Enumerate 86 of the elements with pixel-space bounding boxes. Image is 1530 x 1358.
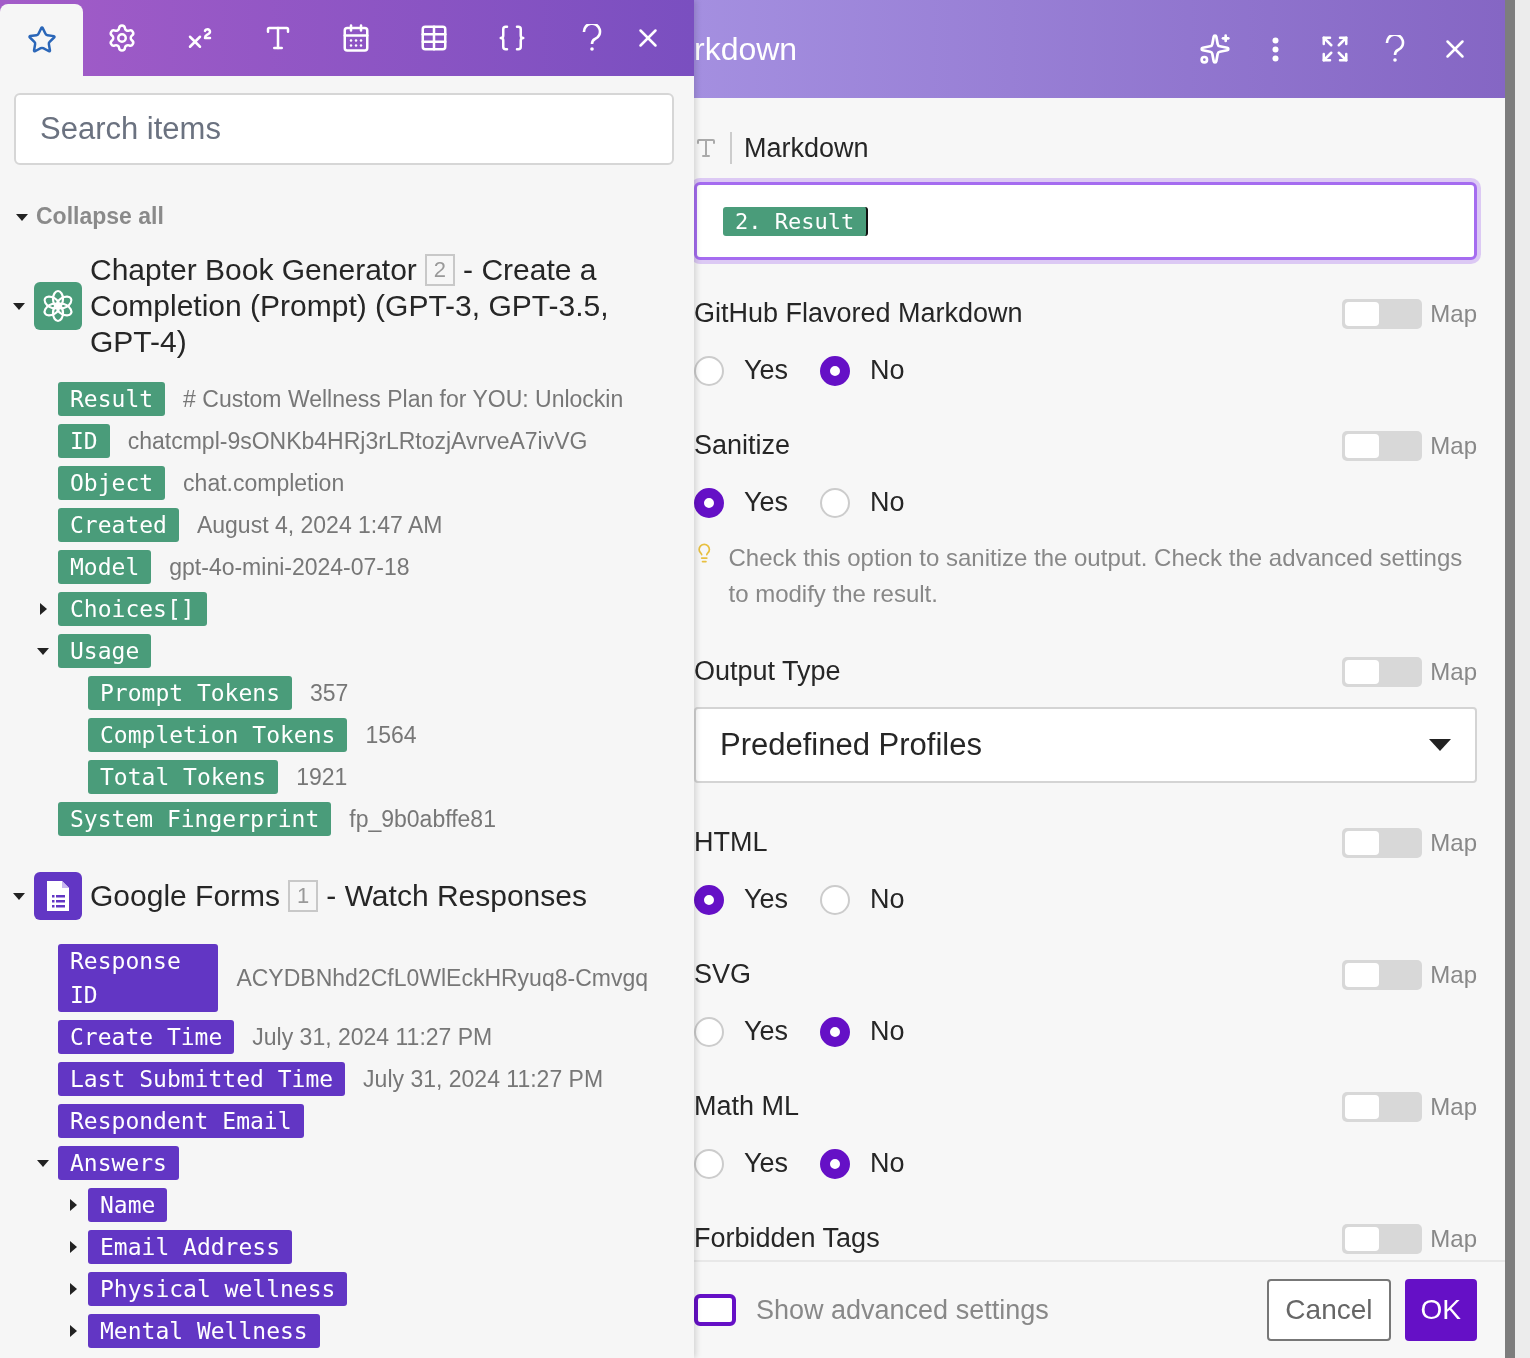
map-label: Map (1430, 299, 1477, 328)
map-toggle[interactable] (1342, 827, 1423, 858)
field-value: # Custom Wellness Plan for YOU: Unlockin (183, 385, 624, 413)
field-tag[interactable]: Physical wellness (88, 1272, 348, 1306)
caret-down-icon (37, 645, 49, 657)
caret-right-icon (67, 1283, 79, 1295)
caret-right-icon (37, 603, 49, 615)
map-toggle[interactable] (1342, 959, 1423, 990)
field-tag[interactable]: Respondent Email (58, 1104, 304, 1138)
field-value: chat.completion (183, 469, 345, 497)
field-tag[interactable]: Last Submitted Time (58, 1062, 346, 1096)
output-type-select[interactable]: Predefined Profiles (694, 707, 1477, 783)
caret-right-icon (67, 1241, 79, 1253)
setting-label: Math ML (694, 1091, 800, 1122)
field-tag[interactable]: Mental Wellness (88, 1314, 320, 1348)
field-value: 1921 (296, 763, 348, 791)
document-icon (45, 879, 71, 913)
field-tag[interactable]: Answers (58, 1146, 179, 1180)
expand-icon (1320, 34, 1350, 64)
map-toggle[interactable] (1342, 430, 1423, 461)
caret-down-icon (13, 300, 25, 312)
field-value: fp_9b0abffe81 (349, 805, 496, 833)
radio-option[interactable]: No (820, 487, 905, 518)
radio-option[interactable]: No (820, 355, 905, 386)
radio-option[interactable]: Yes (694, 1016, 789, 1047)
caret-down-icon (13, 890, 25, 902)
dialog-title: rkdown (694, 30, 799, 68)
caret-down-icon (37, 1157, 49, 1169)
field-tag[interactable]: Create Time (58, 1020, 235, 1054)
help-icon (581, 24, 603, 52)
field-label: Markdown (744, 132, 869, 164)
setting-label: Output Type (694, 656, 841, 687)
radio-button[interactable] (694, 487, 724, 518)
radio-option[interactable]: Yes (694, 884, 789, 915)
checkbox[interactable] (694, 1294, 736, 1326)
search-field[interactable]: Search items (14, 93, 674, 165)
ok-button[interactable]: OK (1404, 1279, 1477, 1341)
map-toggle[interactable] (1342, 1091, 1423, 1122)
radio-button[interactable] (820, 1148, 851, 1179)
radio-option[interactable]: No (820, 1016, 905, 1047)
module-title: Chapter Book Generator 2 - Create a Completion (Prompt) (GPT-3, GPT-3.5, GPT-4) (90, 252, 610, 360)
radio-option[interactable]: No (820, 884, 905, 915)
setting-label: HTML (694, 827, 768, 858)
module-title: Google Forms 1 - Watch Responses (90, 878, 587, 914)
map-label: Map (1430, 657, 1477, 686)
checkbox-label: Show advanced settings (756, 1294, 1050, 1326)
radio-button[interactable] (820, 1016, 851, 1047)
caret-right-icon (67, 1199, 79, 1211)
radio-option[interactable]: Yes (694, 487, 789, 518)
field-value: July 31, 2024 11:27 PM (252, 1023, 493, 1051)
field-value: 357 (310, 679, 349, 707)
radio-option[interactable]: Yes (694, 355, 789, 386)
setting-label: GitHub Flavored Markdown (694, 298, 1023, 329)
map-toggle[interactable] (1342, 298, 1423, 329)
field-tag[interactable]: Name (88, 1188, 168, 1222)
map-label: Map (1430, 1092, 1477, 1121)
field-value: chatcmpl-9sONKb4HRj3rLRtozjAvrveA7ivVG (127, 427, 588, 455)
field-value: August 4, 2024 1:47 AM (196, 511, 443, 539)
more-icon (1271, 36, 1279, 62)
map-toggle[interactable] (1342, 1223, 1423, 1254)
map-toggle[interactable] (1342, 656, 1423, 687)
field-value: July 31, 2024 11:27 PM (363, 1065, 604, 1093)
radio-button[interactable] (820, 355, 851, 386)
radio-button[interactable] (694, 884, 724, 915)
text-type-icon (694, 136, 718, 160)
field-value: ACYDBNhd2CfL0WlEckHRyuq8-Cmvgq (236, 964, 648, 992)
map-label: Map (1430, 431, 1477, 460)
map-label: Map (1430, 828, 1477, 857)
setting-label: Forbidden Tags (694, 1223, 880, 1254)
cancel-button[interactable]: Cancel (1267, 1279, 1391, 1341)
sparkles-icon (1199, 33, 1231, 65)
setting-label: SVG (694, 959, 752, 990)
map-label: Map (1430, 1224, 1477, 1253)
setting-label: Sanitize (694, 430, 791, 461)
caret-icon (1429, 739, 1451, 751)
field-tag[interactable]: Email Address (88, 1230, 292, 1264)
radio-option[interactable]: Yes (694, 1148, 789, 1179)
knot-logo-icon (41, 289, 75, 323)
field-tag[interactable]: Response ID (58, 944, 219, 1012)
help-icon (1384, 35, 1406, 63)
map-label: Map (1430, 960, 1477, 989)
caret-right-icon (67, 1325, 79, 1337)
field-value: gpt-4o-mini-2024-07-18 (169, 553, 410, 581)
hint-text: Check this option to sanitize the output. Check the advanced settings to modify the result. (728, 543, 1464, 609)
field-value: 1564 (365, 721, 417, 749)
radio-option[interactable]: No (820, 1148, 905, 1179)
